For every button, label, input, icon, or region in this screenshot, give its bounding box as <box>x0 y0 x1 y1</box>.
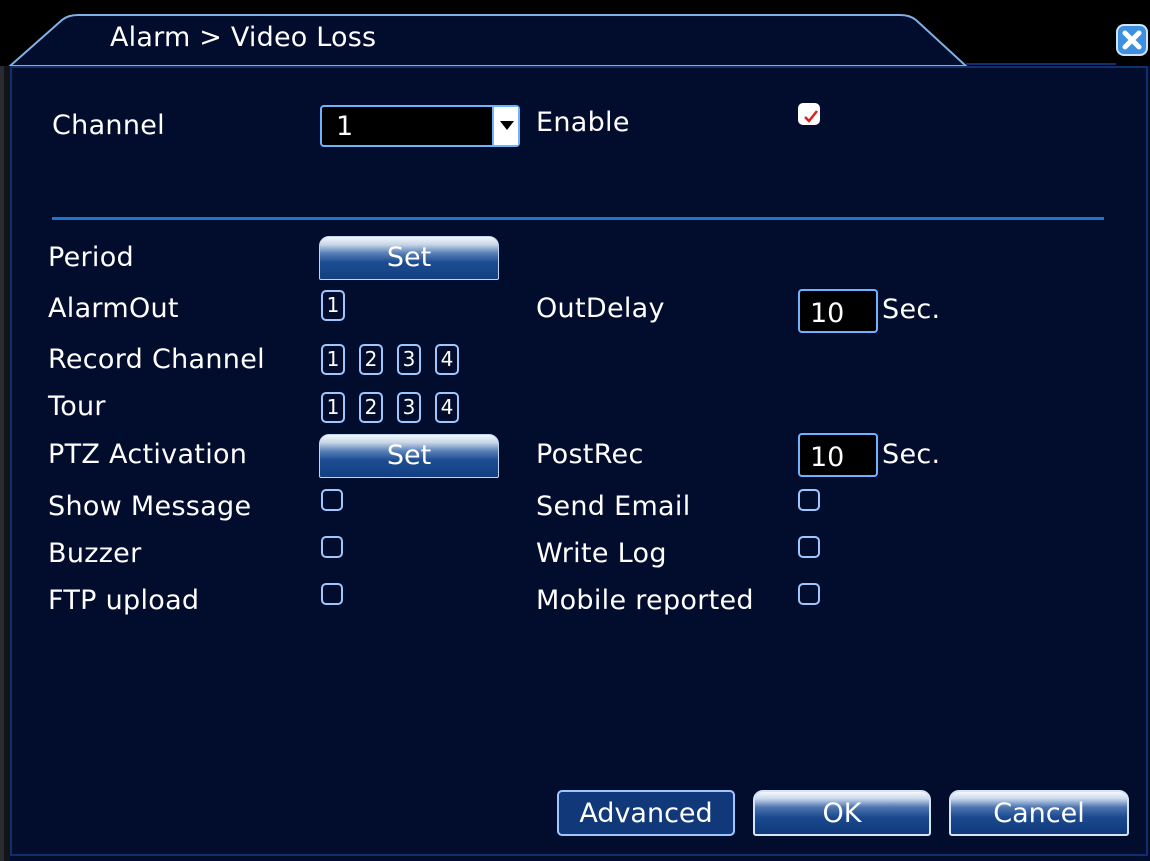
send-email-label: Send Email <box>536 491 691 522</box>
window-title: Alarm > Video Loss <box>110 22 377 53</box>
ftp-upload-checkbox[interactable] <box>321 583 343 605</box>
show-message-checkbox[interactable] <box>321 489 343 511</box>
channel-select-value: 1 <box>336 111 354 142</box>
close-icon <box>1116 24 1148 56</box>
title-bar: Alarm > Video Loss <box>0 0 1150 66</box>
ok-button[interactable]: OK <box>753 790 931 836</box>
write-log-checkbox[interactable] <box>798 536 820 558</box>
period-set-button-label: Set <box>386 242 432 273</box>
video-loss-dialog: Alarm > Video Loss Channel 1 Enable Peri… <box>0 0 1150 861</box>
window-left-edge-highlight <box>0 0 4 861</box>
ptz-set-button-label: Set <box>386 440 432 471</box>
send-email-checkbox[interactable] <box>798 489 820 511</box>
advanced-button[interactable]: Advanced <box>557 790 735 836</box>
alarmout-label: AlarmOut <box>48 293 179 324</box>
cancel-button[interactable]: Cancel <box>949 790 1129 836</box>
cancel-button-label: Cancel <box>993 798 1085 829</box>
tour-channel-1[interactable]: 1 <box>321 392 345 423</box>
postrec-value: 10 <box>810 442 845 473</box>
ok-button-label: OK <box>822 798 862 829</box>
buzzer-checkbox[interactable] <box>321 536 343 558</box>
alarmout-channel-1[interactable]: 1 <box>321 290 345 321</box>
channel-select-arrow[interactable] <box>492 107 518 145</box>
period-set-button[interactable]: Set <box>319 236 499 280</box>
outdelay-input[interactable]: 10 <box>798 289 878 333</box>
checkmark-icon <box>804 110 818 123</box>
write-log-label: Write Log <box>536 538 667 569</box>
mobile-reported-label: Mobile reported <box>536 585 754 616</box>
period-label: Period <box>48 242 134 273</box>
outdelay-value: 10 <box>810 298 845 329</box>
chevron-down-icon <box>500 121 514 130</box>
section-divider <box>52 217 1104 220</box>
record-channel-2[interactable]: 2 <box>359 344 383 375</box>
record-channel-3[interactable]: 3 <box>397 344 421 375</box>
buzzer-label: Buzzer <box>48 538 142 569</box>
postrec-label: PostRec <box>536 439 644 470</box>
record-channel-4[interactable]: 4 <box>435 344 459 375</box>
enable-label: Enable <box>536 107 630 138</box>
record-channel-label: Record Channel <box>48 344 265 375</box>
tour-channel-4[interactable]: 4 <box>435 392 459 423</box>
advanced-button-label: Advanced <box>579 798 713 829</box>
ptz-activation-label: PTZ Activation <box>48 439 248 470</box>
close-button[interactable] <box>1116 24 1148 56</box>
show-message-label: Show Message <box>48 491 252 522</box>
postrec-unit: Sec. <box>882 439 941 470</box>
tour-label: Tour <box>48 391 106 422</box>
outdelay-unit: Sec. <box>882 294 941 325</box>
tour-channel-2[interactable]: 2 <box>359 392 383 423</box>
enable-checkbox[interactable] <box>798 103 820 125</box>
ftp-upload-label: FTP upload <box>48 585 200 616</box>
channel-label: Channel <box>52 110 165 141</box>
record-channel-1[interactable]: 1 <box>321 344 345 375</box>
ptz-set-button[interactable]: Set <box>319 434 499 478</box>
mobile-reported-checkbox[interactable] <box>798 583 820 605</box>
postrec-input[interactable]: 10 <box>798 433 878 477</box>
outdelay-label: OutDelay <box>536 293 665 324</box>
channel-select[interactable]: 1 <box>320 105 520 147</box>
tour-channel-3[interactable]: 3 <box>397 392 421 423</box>
